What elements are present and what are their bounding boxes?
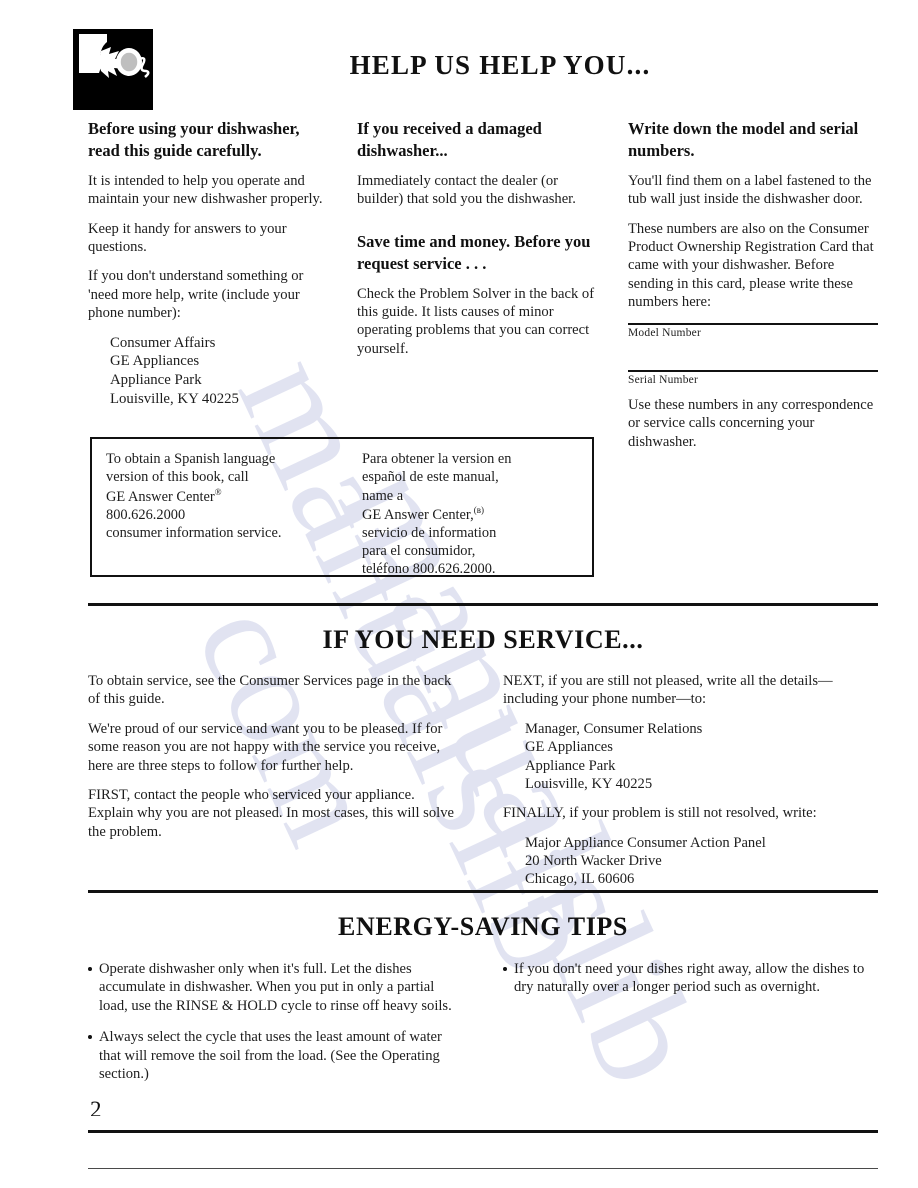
spanish-box-line-answer-center: GE Answer Center,(ʙ) bbox=[362, 505, 587, 524]
document-page: manualslib manualslib com HELP US HELP Y… bbox=[0, 0, 918, 1188]
heading-save-time-money: Save time and money. Before you request … bbox=[357, 231, 591, 273]
spanish-box-line: version of this book, call bbox=[106, 469, 249, 486]
paragraph-next-step: NEXT, if you are still not pleased, writ… bbox=[503, 673, 833, 708]
spanish-box-phone: 800.626.2000 bbox=[106, 506, 186, 523]
spanish-box-line: consumer information service. bbox=[106, 524, 282, 541]
serial-number-label: Serial Number bbox=[628, 374, 698, 387]
address-line: GE Appliances bbox=[110, 353, 200, 370]
spanish-box-phone-es: teléfono 800.626.2000. bbox=[362, 561, 496, 578]
paragraph-proud-of-service: We're proud of our service and want you … bbox=[88, 720, 443, 774]
telephone-handset-icon bbox=[73, 29, 153, 110]
spanish-box-line: servicio de information bbox=[362, 524, 497, 541]
spanish-language-box: To obtain a Spanish language version of … bbox=[90, 437, 594, 577]
field-spacer bbox=[628, 340, 878, 360]
spanish-box-english: To obtain a Spanish language version of … bbox=[106, 450, 356, 542]
registered-mark-icon: ® bbox=[214, 486, 222, 497]
model-number-field[interactable]: Model Number bbox=[628, 322, 878, 341]
spanish-box-line: name a bbox=[362, 487, 404, 504]
address-line: GE Appliances bbox=[525, 739, 613, 756]
paragraph-dont-understand: If you don't understand something or 'ne… bbox=[88, 268, 304, 322]
tip-text: Always select the cycle that uses the le… bbox=[99, 1029, 442, 1082]
answer-center-text-es: GE Answer Center, bbox=[362, 506, 474, 523]
paragraph-first-step: FIRST, contact the people who serviced y… bbox=[88, 786, 454, 840]
service-section-columns: To obtain service, see the Consumer Serv… bbox=[88, 672, 878, 887]
bullet-icon bbox=[88, 967, 92, 971]
paragraph-obtain-service: To obtain service, see the Consumer Serv… bbox=[88, 673, 452, 708]
energy-tips-right-list: If you don't need your dishes right away… bbox=[503, 960, 881, 997]
paragraph-finally-step: FINALLY, if your problem is still not re… bbox=[503, 805, 817, 822]
page-number: 2 bbox=[90, 1098, 102, 1116]
address-line: Louisville, KY 40225 bbox=[110, 391, 239, 408]
column-damaged-dishwasher: If you received a damaged dishwasher... … bbox=[357, 118, 597, 369]
heading-before-using: Before using your dishwasher, read this … bbox=[88, 119, 300, 160]
address-line: Chicago, IL 60606 bbox=[525, 871, 635, 888]
help-us-help-you-columns: Before using your dishwasher, read this … bbox=[88, 118, 878, 450]
spanish-box-spanish: Para obtener la version en español de es… bbox=[362, 450, 587, 579]
energy-right-column: If you don't need your dishes right away… bbox=[503, 960, 881, 1010]
address-consumer-affairs: Consumer Affairs GE Appliances Appliance… bbox=[110, 334, 333, 410]
address-macap: Major Appliance Consumer Action Panel 20… bbox=[525, 834, 881, 889]
spanish-box-line-answer-center: GE Answer Center® bbox=[106, 487, 356, 506]
address-line: Major Appliance Consumer Action Panel bbox=[525, 834, 766, 851]
paragraph-use-numbers: Use these numbers in any correspondence … bbox=[628, 397, 874, 450]
page-title: HELP US HELP YOU... bbox=[349, 50, 651, 80]
column-model-serial: Write down the model and serial numbers.… bbox=[628, 118, 878, 462]
address-line: Appliance Park bbox=[110, 372, 202, 389]
tip-text: Operate dishwasher only when it's full. … bbox=[99, 961, 452, 1014]
bullet-icon bbox=[503, 967, 507, 971]
address-line: Manager, Consumer Relations bbox=[525, 720, 703, 737]
footer-divider-bottom bbox=[88, 1168, 878, 1169]
paragraph-intended: It is intended to help you operate and m… bbox=[88, 172, 323, 208]
address-line: Louisville, KY 40225 bbox=[525, 775, 653, 792]
spanish-box-line: para el consumidor, bbox=[362, 543, 476, 560]
spanish-box-line: español de este manual, bbox=[362, 469, 499, 486]
list-item: Always select the cycle that uses the le… bbox=[88, 1028, 460, 1083]
spanish-box-line: To obtain a Spanish language bbox=[106, 451, 276, 467]
tip-text: If you don't need your dishes right away… bbox=[514, 961, 865, 996]
heading-damaged-dishwasher: If you received a damaged dishwasher... bbox=[357, 119, 542, 160]
serial-number-field[interactable]: Serial Number bbox=[628, 370, 878, 388]
section-divider-energy bbox=[88, 890, 878, 893]
section-title-service: IF YOU NEED SERVICE... bbox=[322, 625, 644, 654]
list-item: If you don't need your dishes right away… bbox=[503, 960, 881, 997]
column-before-using: Before using your dishwasher, read this … bbox=[88, 118, 333, 409]
registered-mark-icon-es: (ʙ) bbox=[473, 504, 484, 515]
address-line: Appliance Park bbox=[525, 757, 616, 774]
spanish-box-line: Para obtener la version en bbox=[362, 451, 512, 467]
model-number-label: Model Number bbox=[628, 326, 701, 339]
answer-center-text: GE Answer Center bbox=[106, 488, 215, 505]
list-item: Operate dishwasher only when it's full. … bbox=[88, 960, 460, 1015]
paragraph-registration-card: These numbers are also on the Consumer P… bbox=[628, 220, 874, 311]
service-left-column: To obtain service, see the Consumer Serv… bbox=[88, 672, 460, 852]
energy-section-columns: Operate dishwasher only when it's full. … bbox=[88, 960, 878, 1090]
paragraph-contact-dealer: Immediately contact the dealer (or build… bbox=[357, 172, 576, 208]
address-consumer-relations: Manager, Consumer Relations GE Appliance… bbox=[525, 720, 881, 794]
bullet-icon bbox=[88, 1035, 92, 1040]
energy-tips-left-list: Operate dishwasher only when it's full. … bbox=[88, 960, 460, 1083]
address-line: 20 North Wacker Drive bbox=[525, 853, 662, 869]
energy-left-column: Operate dishwasher only when it's full. … bbox=[88, 960, 460, 1096]
heading-write-down-numbers: Write down the model and serial numbers. bbox=[628, 119, 859, 160]
address-line: Consumer Affairs bbox=[110, 334, 216, 351]
service-right-column: NEXT, if you are still not pleased, writ… bbox=[503, 672, 881, 900]
section-title-energy: ENERGY-SAVING TIPS bbox=[338, 912, 628, 941]
paragraph-label-location: You'll find them on a label fastened to … bbox=[628, 172, 872, 208]
paragraph-problem-solver: Check the Problem Solver in the back of … bbox=[357, 285, 595, 357]
paragraph-keep-handy: Keep it handy for answers to your questi… bbox=[88, 220, 287, 255]
section-divider-service bbox=[88, 603, 878, 606]
footer-divider-top bbox=[88, 1130, 878, 1133]
